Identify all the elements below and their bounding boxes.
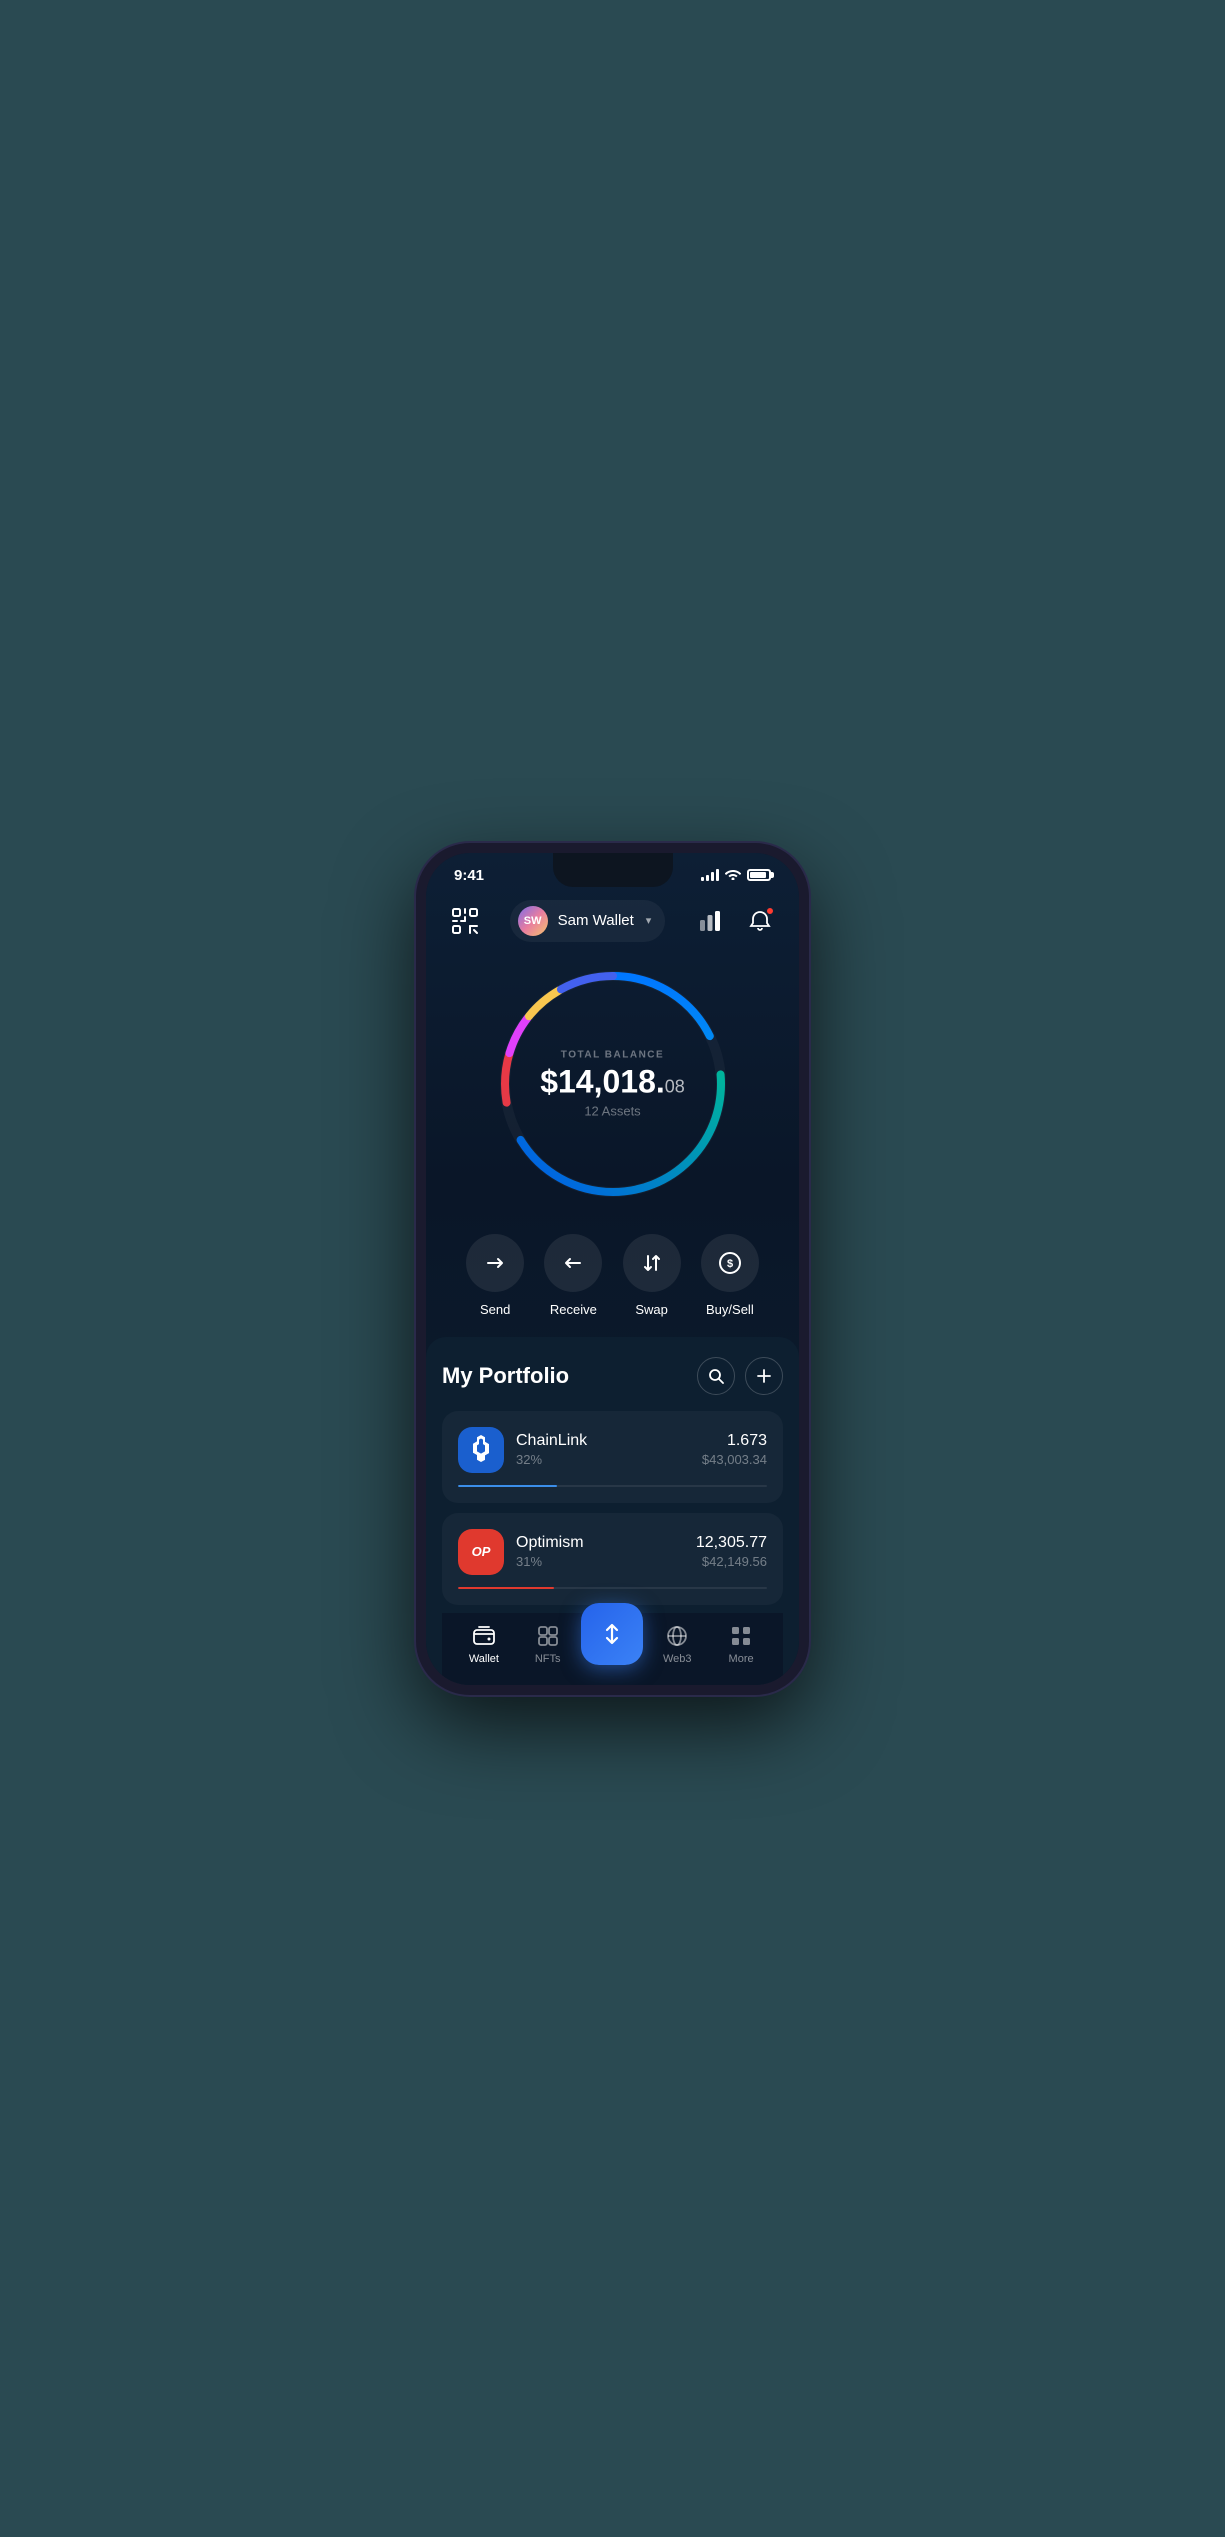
optimism-progress-fill: [458, 1587, 554, 1589]
nav-nfts[interactable]: NFTs: [518, 1623, 578, 1665]
send-icon: [484, 1252, 506, 1274]
portfolio-header: My Portfolio: [442, 1357, 783, 1395]
search-icon: [708, 1368, 724, 1384]
portfolio-add-button[interactable]: [745, 1357, 783, 1395]
balance-assets: 12 Assets: [540, 1103, 685, 1118]
swap-icon: [641, 1252, 663, 1274]
screen: 9:41: [426, 853, 799, 1685]
optimism-pct: 31%: [516, 1554, 684, 1569]
battery-icon: [747, 869, 771, 881]
signal-bars-icon: [701, 869, 719, 881]
optimism-icon: OP: [472, 1544, 491, 1559]
send-icon-circle: [466, 1234, 524, 1292]
more-icon: [728, 1623, 754, 1649]
header: SW Sam Wallet ▾: [426, 892, 799, 954]
chainlink-icon: [468, 1435, 494, 1465]
swap-button[interactable]: Swap: [623, 1234, 681, 1317]
bottom-nav: Wallet NFTs: [442, 1613, 783, 1685]
web3-nav-label: Web3: [663, 1653, 692, 1665]
swap-label: Swap: [635, 1302, 668, 1317]
phone-frame: 9:41: [416, 843, 809, 1695]
center-action-button[interactable]: [581, 1603, 643, 1665]
chart-button[interactable]: [691, 902, 729, 940]
asset-list: ChainLink 32% 1.673 $43,003.34: [442, 1411, 783, 1613]
receive-icon-circle: [544, 1234, 602, 1292]
wallet-nav-label: Wallet: [469, 1653, 499, 1665]
receive-icon: [562, 1252, 584, 1274]
scan-icon: [451, 907, 479, 935]
nfts-nav-label: NFTs: [535, 1653, 561, 1665]
optimism-progress-bar: [458, 1587, 767, 1589]
buysell-icon-circle: $: [701, 1234, 759, 1292]
portfolio-actions: [697, 1357, 783, 1395]
wallet-icon: [471, 1623, 497, 1649]
portfolio-section: My Portfolio: [426, 1337, 799, 1685]
balance-center: TOTAL BALANCE $14,018.08 12 Assets: [540, 1049, 685, 1118]
svg-text:$: $: [727, 1258, 733, 1270]
status-icons: [701, 868, 771, 883]
balance-section: TOTAL BALANCE $14,018.08 12 Assets: [426, 954, 799, 1224]
nfts-icon: [535, 1623, 561, 1649]
asset-card-chainlink[interactable]: ChainLink 32% 1.673 $43,003.34: [442, 1411, 783, 1503]
notification-badge: [765, 906, 775, 916]
portfolio-search-button[interactable]: [697, 1357, 735, 1395]
asset-card-optimism[interactable]: OP Optimism 31% 12,305.77 $42,149.56: [442, 1513, 783, 1605]
chainlink-usd: $43,003.34: [702, 1452, 767, 1467]
scan-button[interactable]: [446, 902, 484, 940]
notification-button[interactable]: [741, 902, 779, 940]
chainlink-name: ChainLink: [516, 1432, 690, 1450]
chainlink-amount: 1.673: [702, 1432, 767, 1450]
chainlink-pct: 32%: [516, 1452, 690, 1467]
chainlink-progress-bar: [458, 1485, 767, 1487]
balance-cents: 08: [665, 1076, 685, 1096]
buysell-button[interactable]: $ Buy/Sell: [701, 1234, 759, 1317]
receive-button[interactable]: Receive: [544, 1234, 602, 1317]
header-right: [691, 902, 779, 940]
buysell-icon: $: [718, 1251, 742, 1275]
status-bar: 9:41: [426, 853, 799, 892]
balance-whole: $14,018.: [540, 1063, 665, 1099]
web3-icon: [664, 1623, 690, 1649]
chainlink-progress-fill: [458, 1485, 557, 1487]
balance-label: TOTAL BALANCE: [540, 1049, 685, 1060]
optimism-usd: $42,149.56: [696, 1554, 767, 1569]
avatar: SW: [518, 906, 548, 936]
wifi-icon: [725, 868, 741, 883]
status-time: 9:41: [454, 867, 484, 884]
chart-icon: [699, 910, 721, 932]
more-nav-label: More: [729, 1653, 754, 1665]
receive-label: Receive: [550, 1302, 597, 1317]
add-icon: [756, 1368, 772, 1384]
nav-wallet[interactable]: Wallet: [454, 1623, 514, 1665]
optimism-name: Optimism: [516, 1534, 684, 1552]
swap-icon-circle: [623, 1234, 681, 1292]
send-label: Send: [480, 1302, 510, 1317]
portfolio-title: My Portfolio: [442, 1363, 569, 1389]
optimism-amount: 12,305.77: [696, 1534, 767, 1552]
send-button[interactable]: Send: [466, 1234, 524, 1317]
account-name: Sam Wallet: [558, 912, 634, 929]
nav-more[interactable]: More: [711, 1623, 771, 1665]
action-buttons: Send Receive Swap: [426, 1224, 799, 1337]
center-action-icon: [598, 1620, 626, 1648]
chainlink-logo: [458, 1427, 504, 1473]
buysell-label: Buy/Sell: [706, 1302, 754, 1317]
account-selector[interactable]: SW Sam Wallet ▾: [510, 900, 666, 942]
chevron-down-icon: ▾: [646, 914, 652, 927]
balance-ring: TOTAL BALANCE $14,018.08 12 Assets: [493, 964, 733, 1204]
nav-web3[interactable]: Web3: [647, 1623, 707, 1665]
balance-amount: $14,018.08: [540, 1064, 685, 1099]
optimism-logo: OP: [458, 1529, 504, 1575]
